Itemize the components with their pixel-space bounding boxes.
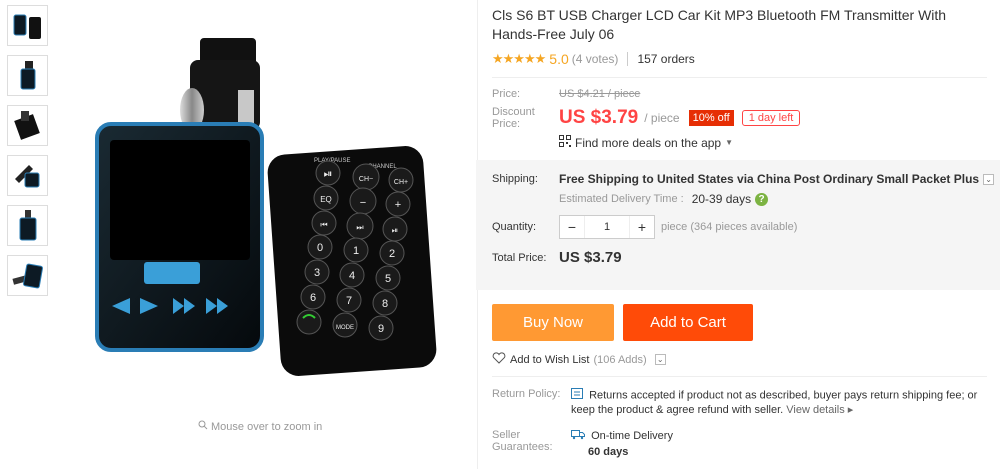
rating-value: 5.0 [549,51,569,67]
action-buttons: Buy Now Add to Cart [492,304,992,341]
thumbnail-2[interactable] [7,55,48,96]
quantity-label: Quantity: [492,221,537,233]
zoom-hint: Mouse over to zoom in [198,420,322,433]
remote-button-mode: MODE [336,325,354,331]
document-icon [571,388,583,403]
help-icon[interactable]: ? [755,192,769,206]
svg-text:−: − [360,197,366,209]
buy-now-button[interactable]: Buy Now [492,304,614,341]
remote-button-ch-plus: CH+ [394,179,408,186]
votes-count[interactable]: (4 votes) [572,52,619,66]
thumbnail-6[interactable] [7,255,48,296]
eta-label: Estimated Delivery Time : [559,193,684,205]
remote-button-eq: EQ [320,195,332,204]
orders-count: 157 orders [637,52,695,66]
main-product-image[interactable]: PLAY/PAUSE CHANNEL ⏯ CH− CH+ EQ − + ⏮ ⏭ ⏯ 0… [60,0,472,410]
remote-digit-4: 4 [349,270,355,282]
thumbnail-5[interactable] [7,205,48,246]
app-deals-link[interactable]: Find more deals on the app ▼ [559,135,992,150]
thumbnail-4[interactable] [7,155,48,196]
zoom-hint-text: Mouse over to zoom in [211,420,323,433]
return-policy-text: Returns accepted if product not as descr… [571,389,978,416]
caret-down-icon: ▼ [725,138,734,147]
remote-digit-1: 1 [353,245,359,257]
seller-guarantees-label: Seller Guarantees: [492,429,553,453]
days-left-badge: 1 day left [741,110,801,126]
quantity-available: piece (364 pieces available) [661,221,798,233]
remote-button-ch-minus: CH− [359,176,373,183]
quantity-increase-button[interactable]: + [630,216,654,238]
svg-text:⏭: ⏭ [356,223,363,232]
shipping-dropdown-icon[interactable]: ⌄ [983,173,995,185]
svg-text:⏮: ⏮ [320,220,327,229]
return-policy-label: Return Policy: [492,388,561,400]
eta-days: 20-39 days [691,192,752,206]
on-time-delivery: On-time Delivery [591,429,673,442]
thumbnail-3[interactable] [7,105,48,146]
shipping-method[interactable]: Free Shipping to United States via China… [559,172,979,186]
divider [492,376,987,377]
remote-digit-7: 7 [346,295,352,307]
add-to-wish-list[interactable]: Add to Wish List (106 Adds) ⌄ [492,352,992,367]
wish-dropdown-icon[interactable]: ⌄ [654,354,666,365]
remote-digit-6: 6 [310,292,316,304]
product-info: Cls S6 BT USB Charger LCD Car Kit MP3 Bl… [476,0,1000,458]
seller-guarantees: Seller Guarantees: On-time Delivery 60 d… [492,429,992,458]
svg-text:⏯: ⏯ [324,168,333,180]
price-block: Price: US $4.21 / piece Discount Price: … [492,78,992,150]
rating-row: ★★★★★ 5.0 (4 votes) 157 orders [492,49,992,69]
svg-text:⏯: ⏯ [392,226,398,235]
remote-digit-2: 2 [389,248,395,260]
remote-digit-9: 9 [378,323,384,335]
separator [627,52,629,66]
view-details-label: View details [786,404,845,416]
total-price-label: Total Price: [492,251,547,264]
remote-digit-8: 8 [382,298,388,310]
product-title: Cls S6 BT USB Charger LCD Car Kit MP3 Bl… [492,7,947,42]
wish-list-label: Add to Wish List [510,353,590,366]
quantity-input[interactable]: 1 [584,216,630,238]
price-label: Price: [492,88,521,100]
return-policy: Return Policy: Returns accepted if produ… [492,388,992,417]
remote-digit-0: 0 [317,242,323,254]
add-to-cart-button[interactable]: Add to Cart [623,304,753,341]
wish-list-count: (106 Adds) [593,353,647,366]
view-details-link[interactable]: View details ▸ [786,404,853,416]
guarantee-days: 60 days [588,446,629,458]
rating-stars-icon[interactable]: ★★★★★ [492,51,546,67]
quantity-decrease-button[interactable]: − [560,216,584,238]
thumbnail-1[interactable] [7,5,48,46]
delivery-eta: Estimated Delivery Time : 20-39 days ? [559,192,1000,206]
total-price: US $3.79 [559,249,622,266]
original-price: US $4.21 / piece [559,88,641,100]
delivery-truck-icon [571,429,585,443]
shipping-block: Shipping: Free Shipping to United States… [476,160,1000,290]
current-price: US $3.79 [559,107,639,128]
per-piece: / piece [644,111,680,125]
quantity-stepper: − 1 + [559,215,655,239]
magnifier-icon [198,420,208,433]
remote-digit-3: 3 [314,267,320,279]
thumbnail-list [7,5,49,305]
discount-price-label: Discount Price: [492,106,535,130]
svg-text:+: + [395,199,401,211]
discount-badge: 10% off [688,110,734,126]
heart-icon [492,352,506,367]
app-deals-text: Find more deals on the app [575,135,722,150]
shipping-label: Shipping: [492,173,538,185]
remote-digit-5: 5 [385,273,391,285]
qr-code-icon [559,135,571,150]
